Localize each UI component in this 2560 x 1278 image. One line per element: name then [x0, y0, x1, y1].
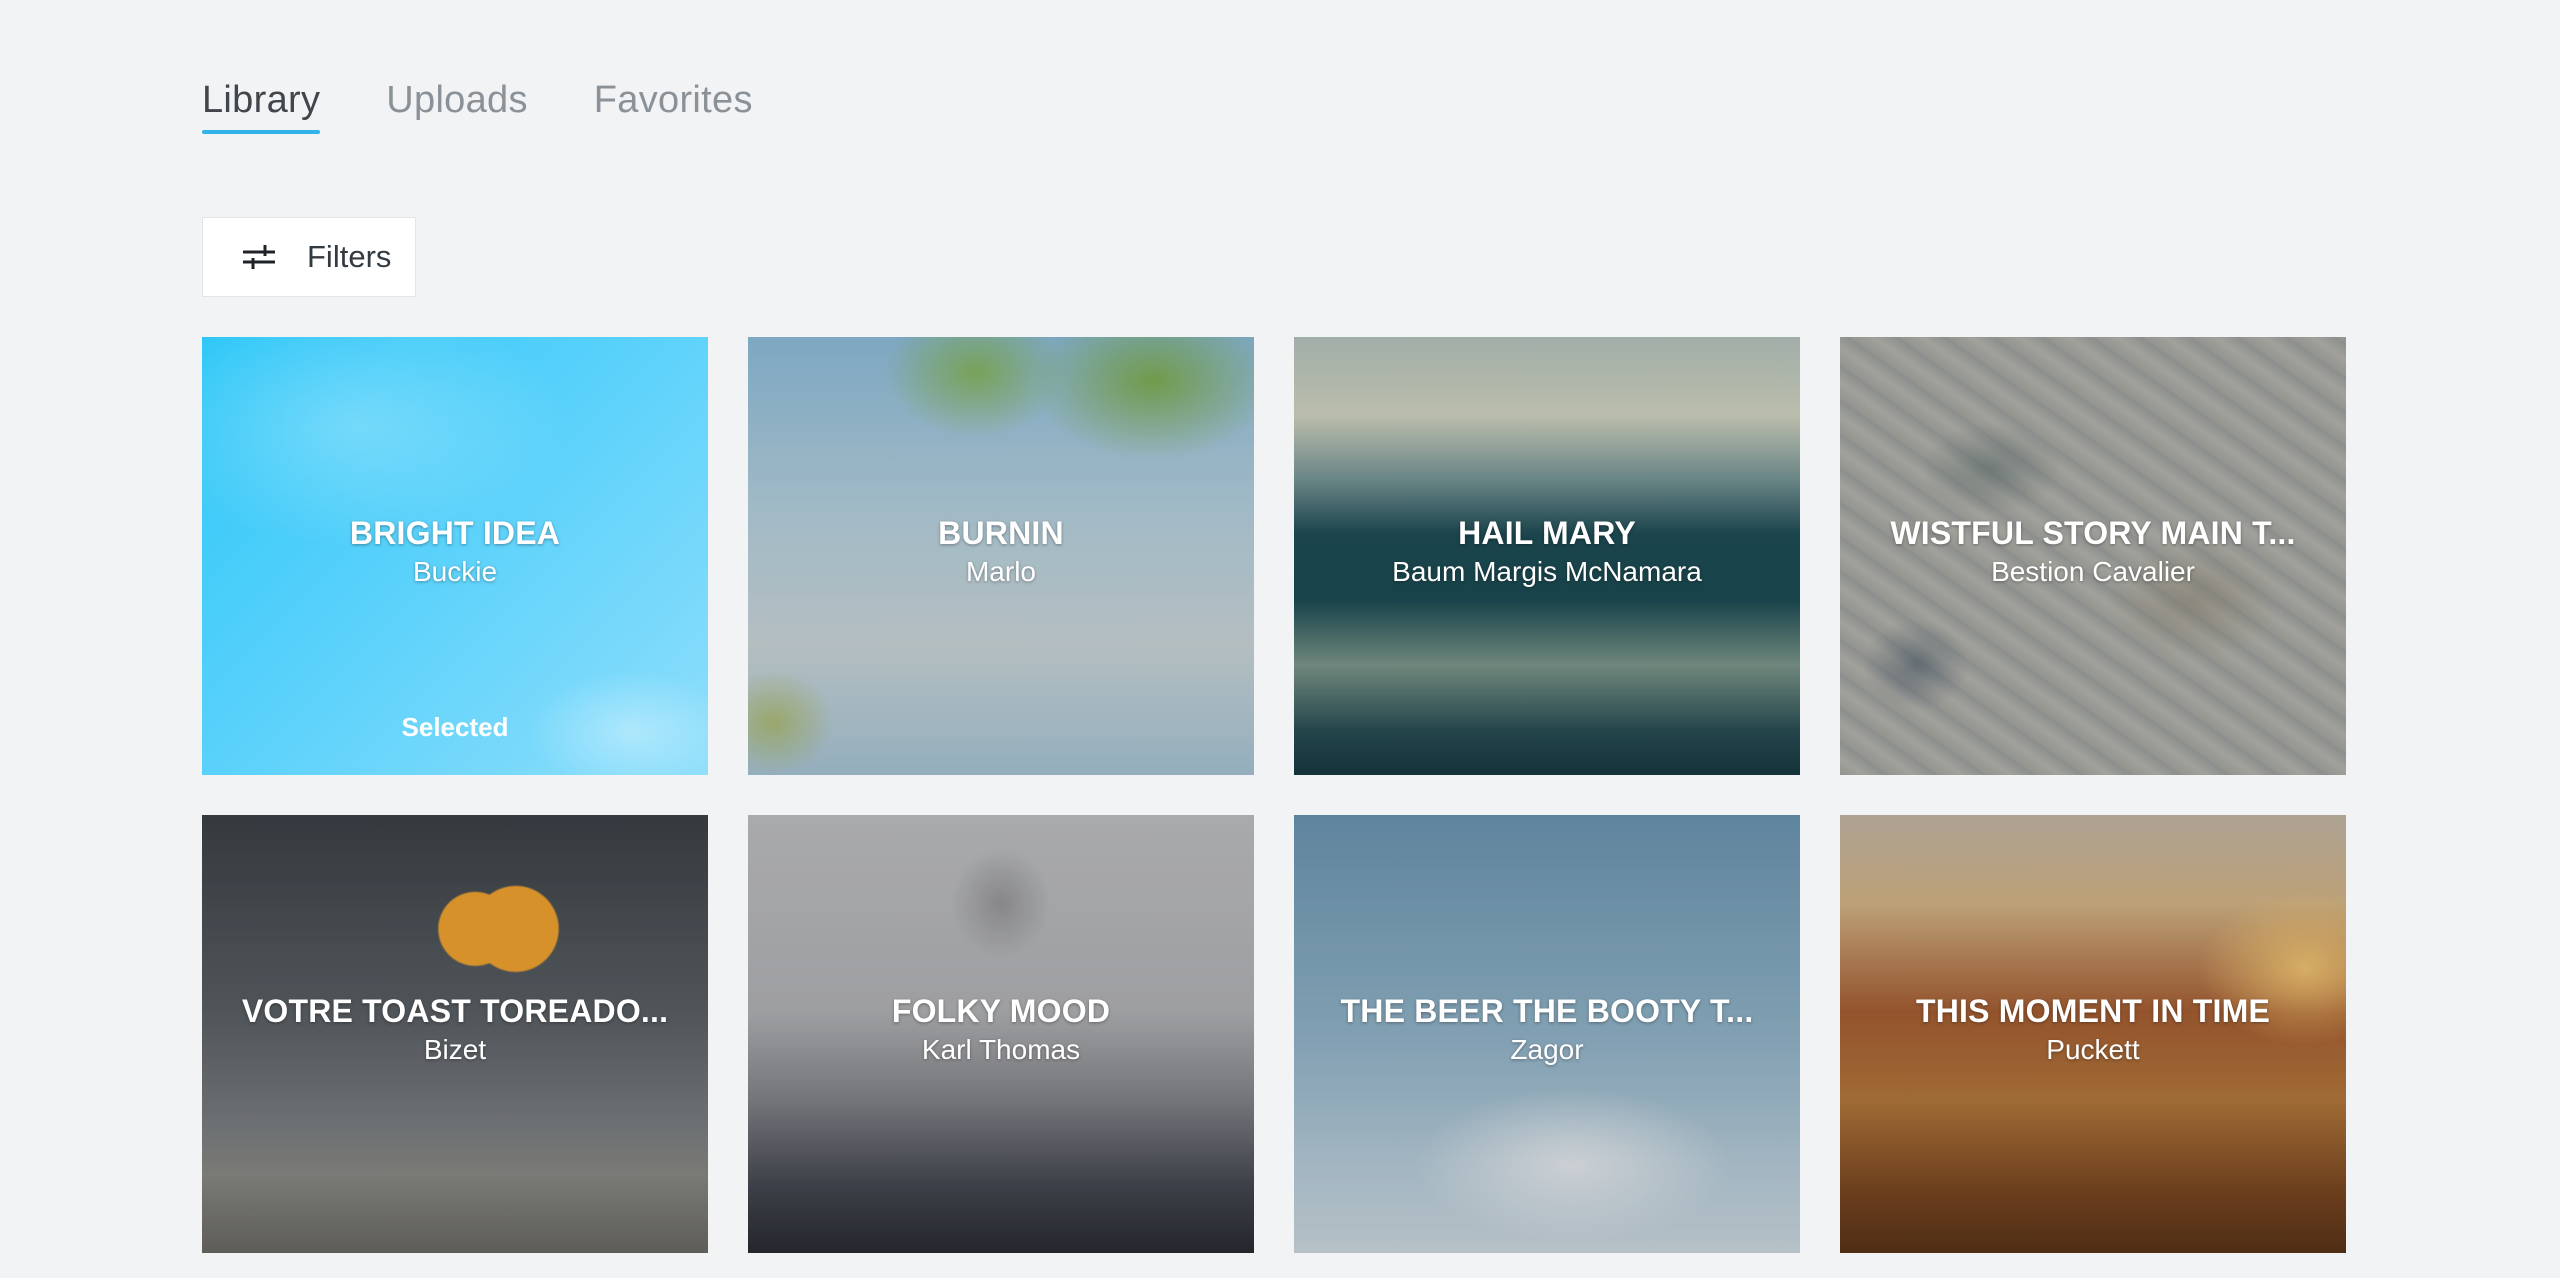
filters-button[interactable]: Filters	[202, 217, 416, 297]
track-card[interactable]: FOLKY MOOD Karl Thomas	[748, 815, 1254, 1253]
track-artist: Karl Thomas	[921, 1034, 1081, 1065]
track-card[interactable]: BRIGHT IDEA Buckie Selected	[202, 337, 708, 775]
track-title: FOLKY MOOD	[891, 993, 1111, 1029]
track-title: BURNIN	[938, 515, 1064, 551]
track-title: THIS MOMENT IN TIME	[1915, 993, 2270, 1029]
track-title: VOTRE TOAST TOREADO...	[241, 993, 669, 1029]
track-artist: Zagor	[1510, 1034, 1584, 1065]
track-card[interactable]: HAIL MARY Baum Margis McNamara	[1294, 337, 1800, 775]
track-artist: Bestion Cavalier	[1991, 556, 2195, 587]
track-card[interactable]: VOTRE TOAST TOREADO... Bizet	[202, 815, 708, 1253]
track-card[interactable]: WISTFUL STORY MAIN T... Bestion Cavalier	[1840, 337, 2346, 775]
track-artist: Buckie	[412, 556, 498, 587]
track-card[interactable]: BURNIN Marlo	[748, 337, 1254, 775]
track-artist: Puckett	[2046, 1034, 2140, 1065]
tab-favorites[interactable]: Favorites	[594, 72, 753, 134]
track-title: BRIGHT IDEA	[349, 515, 561, 551]
tab-bar: Library Uploads Favorites	[202, 72, 753, 134]
tab-library[interactable]: Library	[202, 72, 321, 134]
track-title: THE BEER THE BOOTY T...	[1340, 993, 1754, 1029]
track-card[interactable]: THIS MOMENT IN TIME Puckett	[1840, 815, 2346, 1253]
tab-uploads[interactable]: Uploads	[386, 72, 528, 134]
track-title: WISTFUL STORY MAIN T...	[1890, 515, 2296, 551]
track-grid: BRIGHT IDEA Buckie Selected BURNIN Marlo…	[202, 337, 2346, 1253]
sliders-icon	[241, 242, 277, 272]
track-artist: Bizet	[423, 1034, 487, 1065]
track-card[interactable]: THE BEER THE BOOTY T... Zagor	[1294, 815, 1800, 1253]
music-library-app: Library Uploads Favorites Filters BRIGHT…	[0, 0, 2560, 1278]
track-artist: Marlo	[965, 556, 1036, 587]
filters-label: Filters	[307, 239, 392, 274]
selected-badge: Selected	[401, 712, 509, 742]
track-artist: Baum Margis McNamara	[1392, 556, 1702, 587]
track-title: HAIL MARY	[1458, 515, 1636, 551]
